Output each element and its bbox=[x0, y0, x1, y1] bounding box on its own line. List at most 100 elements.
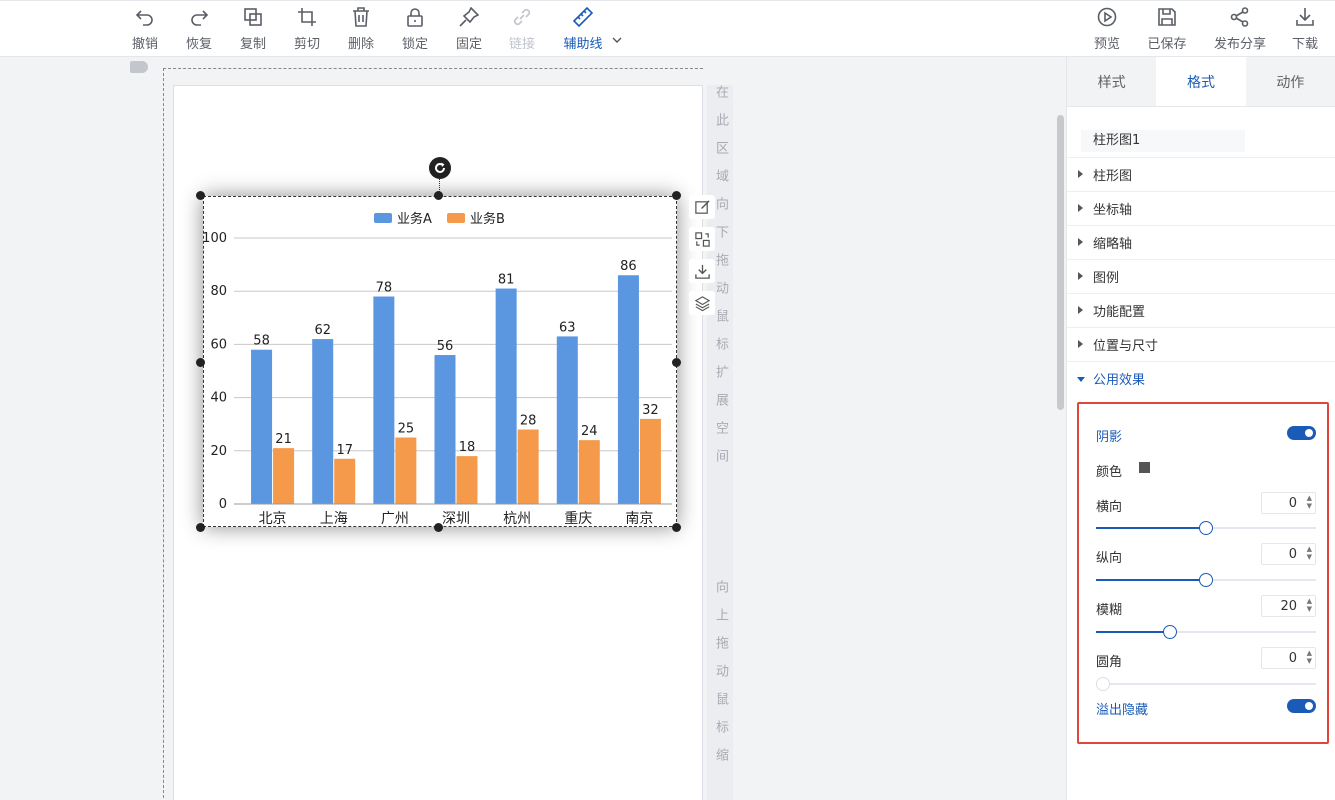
horizontal-slider[interactable] bbox=[1096, 521, 1316, 535]
blur-slider-knob[interactable] bbox=[1163, 625, 1177, 639]
copy-icon bbox=[244, 8, 262, 26]
resize-handle-s[interactable] bbox=[434, 523, 443, 532]
stepper-arrows-icon[interactable]: ▲ ▼ bbox=[1307, 649, 1312, 665]
shadow-label: 阴影 bbox=[1096, 430, 1123, 445]
section-1[interactable]: 坐标轴 bbox=[1067, 191, 1335, 225]
tab-1[interactable]: 格式 bbox=[1156, 57, 1246, 106]
overflow-hidden-toggle[interactable] bbox=[1287, 699, 1316, 713]
ruler-tag-icon[interactable] bbox=[130, 61, 148, 73]
caret-right-icon bbox=[1078, 204, 1083, 212]
toolbar-label: 复制 bbox=[239, 37, 266, 52]
toolbar-save-button[interactable]: 已保存 bbox=[1137, 7, 1197, 53]
toolbar-trash-button[interactable]: 删除 bbox=[341, 7, 381, 53]
layers-icon[interactable] bbox=[689, 291, 715, 315]
chevron-down-icon[interactable] bbox=[611, 34, 623, 46]
toolbar-label: 辅助线 bbox=[563, 37, 603, 52]
ruler-icon bbox=[573, 7, 593, 27]
component-name-field[interactable]: 柱形图1 bbox=[1081, 130, 1245, 152]
toolbar-crop-button[interactable]: 剪切 bbox=[287, 7, 327, 53]
canvas-area[interactable]: 在此区域向下拖动鼠标扩展空间 向上拖动鼠标缩 0 20 40 60 80 100 58 21 北… bbox=[0, 57, 1065, 800]
bar-业务A bbox=[312, 339, 334, 504]
toolbar-copy-button[interactable]: 复制 bbox=[233, 7, 273, 53]
bar-value-label: 78 bbox=[376, 281, 393, 296]
stepper-arrows-icon[interactable]: ▲ ▼ bbox=[1307, 597, 1312, 613]
resize-handle-ne[interactable] bbox=[672, 191, 681, 200]
section-3[interactable]: 图例 bbox=[1067, 259, 1335, 293]
properties-panel: 样式 格式 动作 柱形图1 柱形图 坐标轴 缩略轴 图例 功能配置 位置与尺寸 公用效果 阴影 … bbox=[1066, 57, 1335, 800]
download-component-icon[interactable] bbox=[689, 259, 715, 283]
shadow-toggle[interactable] bbox=[1287, 426, 1316, 440]
toolbar-link-button[interactable]: 链接 bbox=[502, 7, 542, 53]
resize-handle-e[interactable] bbox=[672, 358, 681, 367]
tab-0[interactable]: 样式 bbox=[1067, 57, 1156, 106]
legend-label: 业务A bbox=[397, 211, 432, 227]
y-tick-label: 80 bbox=[210, 284, 227, 299]
toolbar-pin-button[interactable]: 固定 bbox=[449, 7, 489, 53]
legend-swatch bbox=[374, 213, 392, 223]
lock-icon bbox=[407, 8, 423, 27]
bar-chart: 0 20 40 60 80 100 58 21 北京 62 17 上海 78 25 广州 56 18 深圳 81 28… bbox=[202, 211, 672, 527]
section-6[interactable]: 公用效果 bbox=[1067, 361, 1335, 395]
radius-label: 圆角 bbox=[1096, 655, 1123, 670]
toolbar-lock-button[interactable]: 锁定 bbox=[395, 7, 435, 53]
guide-line-horizontal[interactable] bbox=[163, 68, 703, 69]
undo-icon bbox=[135, 10, 153, 26]
radius-slider[interactable] bbox=[1096, 677, 1316, 691]
replace-icon[interactable] bbox=[689, 227, 715, 251]
vertical-input[interactable]: 0 ▲ ▼ bbox=[1261, 543, 1316, 565]
bar-value-label: 32 bbox=[642, 403, 659, 418]
stepper-arrows-icon[interactable]: ▲ ▼ bbox=[1307, 545, 1312, 561]
vertical-label: 纵向 bbox=[1096, 551, 1123, 566]
toolbar-ruler-button[interactable]: 辅助线 bbox=[555, 7, 611, 53]
blur-slider[interactable] bbox=[1096, 625, 1316, 639]
link-icon bbox=[513, 8, 531, 26]
toolbar-label: 下载 bbox=[1291, 37, 1318, 52]
resize-handle-sw[interactable] bbox=[196, 523, 205, 532]
bar-业务A bbox=[556, 336, 578, 504]
blur-input[interactable]: 20 ▲ ▼ bbox=[1261, 595, 1316, 617]
resize-handle-se[interactable] bbox=[672, 523, 681, 532]
vertical-slider-knob[interactable] bbox=[1199, 573, 1213, 587]
expand-space-hint[interactable]: 在此区域向下拖动鼠标扩展空间 向上拖动鼠标缩 bbox=[707, 85, 733, 800]
stepper-arrows-icon[interactable]: ▲ ▼ bbox=[1307, 494, 1312, 510]
canvas-scrollbar[interactable] bbox=[1057, 115, 1064, 410]
section-4[interactable]: 功能配置 bbox=[1067, 293, 1335, 327]
shrink-up-hint: 向上拖动鼠标缩 bbox=[707, 580, 733, 776]
shadow-color-swatch[interactable] bbox=[1139, 462, 1150, 473]
bar-业务A bbox=[251, 349, 273, 504]
tab-2[interactable]: 动作 bbox=[1246, 57, 1335, 106]
toolbar-share-button[interactable]: 发布分享 bbox=[1210, 7, 1270, 53]
section-5[interactable]: 位置与尺寸 bbox=[1067, 327, 1335, 361]
horizontal-slider-knob[interactable] bbox=[1199, 521, 1213, 535]
bar-业务A bbox=[373, 296, 395, 504]
resize-handle-n[interactable] bbox=[434, 191, 443, 200]
toolbar-download-button[interactable]: 下载 bbox=[1275, 7, 1335, 53]
panel-tabs: 样式 格式 动作 bbox=[1067, 57, 1335, 107]
guide-line-vertical[interactable] bbox=[163, 68, 164, 800]
section-0[interactable]: 柱形图 bbox=[1067, 157, 1335, 191]
resize-handle-w[interactable] bbox=[196, 358, 205, 367]
play-icon bbox=[1097, 7, 1117, 27]
toolbar-undo-button[interactable]: 撤销 bbox=[125, 7, 165, 53]
bar-value-label: 63 bbox=[559, 320, 576, 335]
resize-handle-nw[interactable] bbox=[196, 191, 205, 200]
caret-right-icon bbox=[1078, 306, 1083, 314]
toolbar-label: 链接 bbox=[508, 37, 535, 52]
toolbar-label: 删除 bbox=[347, 37, 374, 52]
x-tick-label: 深圳 bbox=[442, 511, 470, 526]
bar-value-label: 28 bbox=[520, 414, 537, 429]
rotate-icon[interactable] bbox=[429, 157, 451, 179]
bar-chart-component[interactable]: 0 20 40 60 80 100 58 21 北京 62 17 上海 78 25 广州 56 18 深圳 81 28… bbox=[202, 196, 677, 527]
vertical-slider[interactable] bbox=[1096, 573, 1316, 587]
legend-swatch bbox=[447, 213, 465, 223]
horizontal-input[interactable]: 0 ▲ ▼ bbox=[1261, 492, 1316, 514]
x-tick-label: 北京 bbox=[259, 511, 287, 526]
edit-icon[interactable] bbox=[689, 195, 715, 219]
toolbar-play-button[interactable]: 预览 bbox=[1077, 7, 1137, 53]
toolbar: 撤销 恢复 复制 剪切 删除 锁定 固定 链接 辅助线 预览 已保存 发布分享 下载 bbox=[0, 0, 1335, 57]
radius-slider-knob[interactable] bbox=[1096, 677, 1110, 691]
bar-value-label: 81 bbox=[498, 273, 515, 288]
radius-input[interactable]: 0 ▲ ▼ bbox=[1261, 647, 1316, 669]
toolbar-redo-button[interactable]: 恢复 bbox=[179, 7, 219, 53]
section-2[interactable]: 缩略轴 bbox=[1067, 225, 1335, 259]
